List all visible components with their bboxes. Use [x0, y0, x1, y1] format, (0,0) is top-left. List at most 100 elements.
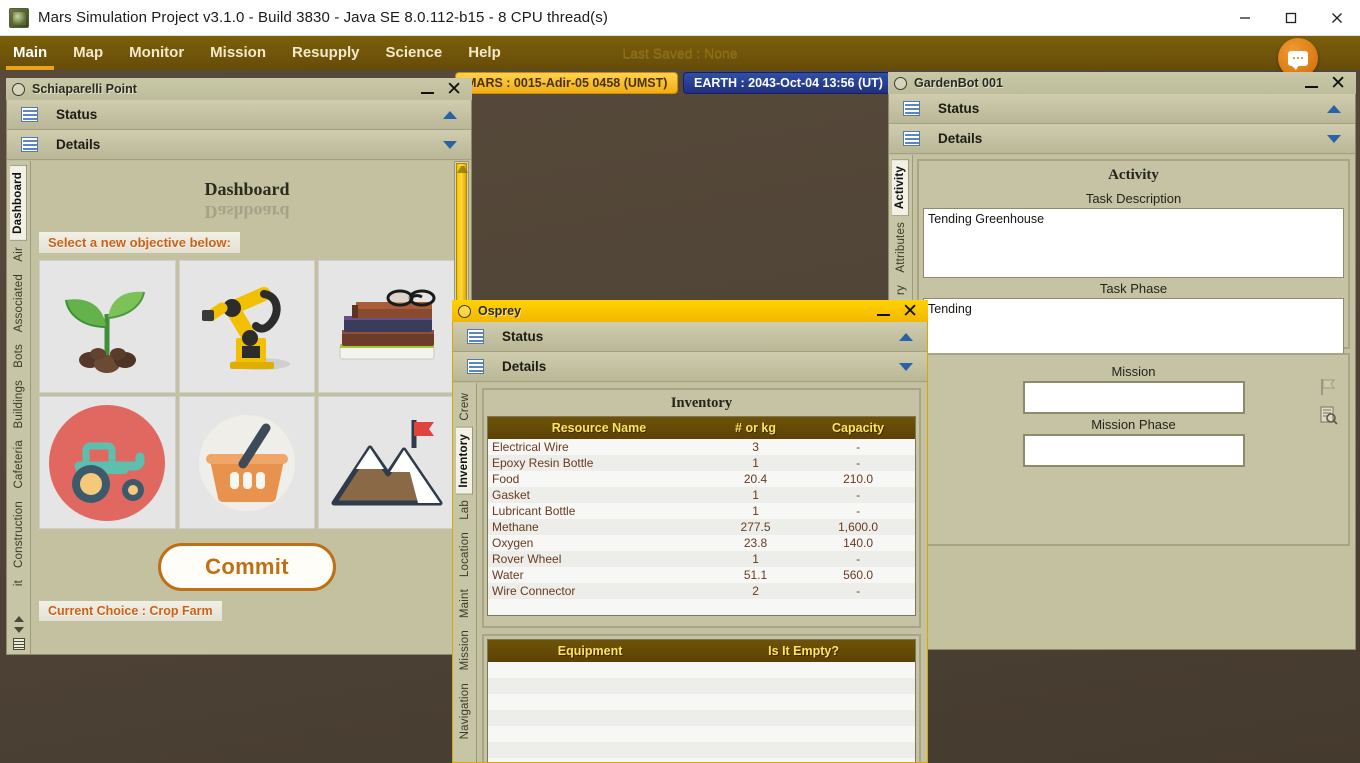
chevron-up-icon[interactable] — [443, 110, 457, 119]
tab-inventory[interactable]: Inventory — [456, 426, 473, 495]
vehicle-minimize-icon[interactable] — [877, 313, 891, 316]
settlement-window-title: Schiaparelli Point — [32, 82, 137, 96]
robot-activity-panel: Activity Task Description Tending Greenh… — [913, 155, 1355, 649]
col-is-it-empty[interactable]: Is It Empty? — [692, 640, 915, 662]
document-search-icon[interactable] — [1318, 405, 1338, 425]
vehicle-window-title: Osprey — [478, 304, 522, 318]
close-icon[interactable] — [1314, 0, 1360, 36]
settlement-tab-strip: Dashboard Air Associated Bots Buildings … — [7, 161, 31, 654]
table-row[interactable]: Lubricant Bottle 1- — [488, 503, 915, 519]
menu-item-resupply[interactable]: Resupply — [279, 36, 373, 70]
vehicle-close-icon[interactable]: ✕ — [902, 302, 918, 321]
robot-close-icon[interactable]: ✕ — [1330, 74, 1346, 93]
sidebar-item-buildings[interactable]: Buildings — [11, 374, 27, 434]
chevron-down-icon[interactable] — [443, 140, 457, 149]
vehicle-status-label: Status — [502, 329, 544, 344]
vehicle-body: Status Details Crew Inventory Lab Locati… — [452, 322, 928, 763]
table-row[interactable]: Gasket 1- — [488, 487, 915, 503]
sidebar-item-dashboard[interactable]: Dashboard — [10, 165, 27, 241]
tab-crew[interactable]: Crew — [457, 387, 473, 427]
settlement-title-bar[interactable]: Schiaparelli Point ✕ — [6, 78, 472, 100]
menu-item-science[interactable]: Science — [373, 36, 456, 70]
sidebar-item-it[interactable]: it — [11, 574, 27, 592]
tab-lab[interactable]: Lab — [457, 494, 473, 526]
tab-attributes[interactable]: Attributes — [893, 216, 909, 279]
manufacturing-objective[interactable] — [178, 260, 316, 393]
col-resource-name[interactable]: Resource Name — [488, 417, 710, 439]
col-equipment[interactable]: Equipment — [488, 640, 693, 662]
sidebar-item-cafeteria[interactable]: Cafeteria — [11, 434, 27, 494]
sidebar-item-associated[interactable]: Associated — [11, 268, 27, 338]
table-cell — [692, 710, 915, 726]
sidebar-item-air[interactable]: Air — [11, 241, 27, 268]
table-cell — [488, 710, 693, 726]
flag-icon[interactable] — [1318, 377, 1338, 397]
commit-button[interactable]: Commit — [158, 543, 336, 591]
tab-inventory-partial[interactable]: ry — [893, 279, 909, 301]
settlement-close-icon[interactable]: ✕ — [446, 80, 462, 99]
sidebar-item-construction[interactable]: Construction — [11, 495, 27, 574]
tab-scroll-up-icon[interactable] — [13, 616, 24, 622]
chevron-down-icon[interactable] — [1327, 134, 1341, 143]
table-row-empty — [488, 662, 915, 678]
col-capacity[interactable]: Capacity — [801, 417, 915, 439]
window-state-icon — [458, 304, 471, 318]
vehicle-details-row[interactable]: Details — [453, 352, 927, 382]
vehicle-status-row[interactable]: Status — [453, 322, 927, 352]
table-row[interactable]: Water 51.1 560.0 — [488, 567, 915, 583]
table-cell — [692, 726, 915, 742]
table-row[interactable]: Rover Wheel 1- — [488, 551, 915, 567]
tab-list-icon[interactable] — [12, 638, 25, 650]
research-objective[interactable] — [318, 260, 455, 393]
table-cell — [692, 678, 915, 694]
table-cell: 1,600.0 — [801, 519, 915, 535]
settlement-details-label: Details — [56, 137, 101, 152]
crop-farm-objective[interactable] — [39, 260, 176, 393]
table-cell: Electrical Wire — [488, 439, 710, 455]
menu-item-monitor[interactable]: Monitor — [116, 36, 197, 70]
col-amount[interactable]: # or kg — [709, 417, 802, 439]
scrollbar-up-icon[interactable] — [457, 164, 468, 173]
main-menu-bar: Main Map Monitor Mission Resupply Scienc… — [0, 36, 1360, 78]
table-cell: 51.1 — [709, 567, 802, 583]
tab-location[interactable]: Location — [457, 526, 473, 583]
table-row[interactable]: Methane 277.5 1,600.0 — [488, 519, 915, 535]
menu-item-mission[interactable]: Mission — [197, 36, 279, 70]
tourism-objective[interactable] — [318, 396, 455, 529]
chevron-down-icon[interactable] — [899, 362, 913, 371]
maximize-icon[interactable] — [1268, 0, 1314, 36]
trade-objective[interactable] — [178, 396, 316, 529]
task-description-label: Task Description — [1085, 191, 1182, 206]
mission-phase-field[interactable] — [1022, 434, 1245, 467]
robot-status-row[interactable]: Status — [889, 94, 1355, 124]
table-row[interactable]: Wire Connector 2- — [488, 583, 915, 599]
settlement-minimize-icon[interactable] — [421, 91, 435, 94]
robot-title-bar[interactable]: GardenBot 001 ✕ — [888, 72, 1356, 94]
robot-details-row[interactable]: Details — [889, 124, 1355, 154]
chevron-up-icon[interactable] — [1327, 104, 1341, 113]
table-row[interactable]: Electrical Wire 3- — [488, 439, 915, 455]
table-cell: Food — [488, 471, 710, 487]
tab-navigation[interactable]: Navigation — [457, 677, 473, 745]
vehicle-title-bar[interactable]: Osprey ✕ — [452, 300, 928, 322]
tab-maint[interactable]: Maint — [457, 583, 473, 624]
sidebar-item-bots[interactable]: Bots — [11, 338, 27, 374]
settlement-details-row[interactable]: Details — [7, 130, 471, 160]
menu-item-help[interactable]: Help — [455, 36, 514, 70]
chevron-up-icon[interactable] — [899, 332, 913, 341]
tab-activity[interactable]: Activity — [892, 159, 909, 217]
menu-item-main[interactable]: Main — [0, 36, 60, 70]
settlement-status-row[interactable]: Status — [7, 100, 471, 130]
table-row[interactable]: Oxygen 23.8 140.0 — [488, 535, 915, 551]
robot-minimize-icon[interactable] — [1305, 85, 1319, 88]
minimize-icon[interactable] — [1222, 0, 1268, 36]
transportation-objective[interactable] — [39, 396, 176, 529]
menu-item-map[interactable]: Map — [60, 36, 116, 70]
tab-scroll-down-icon[interactable] — [13, 627, 24, 633]
robot-body: Status Details Activity Attributes ry Ac… — [888, 94, 1356, 650]
mission-field[interactable] — [1022, 381, 1245, 414]
table-row[interactable]: Epoxy Resin Bottle 1- — [488, 455, 915, 471]
table-cell: 1 — [709, 551, 802, 567]
tab-mission[interactable]: Mission — [457, 624, 473, 676]
table-row[interactable]: Food 20.4 210.0 — [488, 471, 915, 487]
